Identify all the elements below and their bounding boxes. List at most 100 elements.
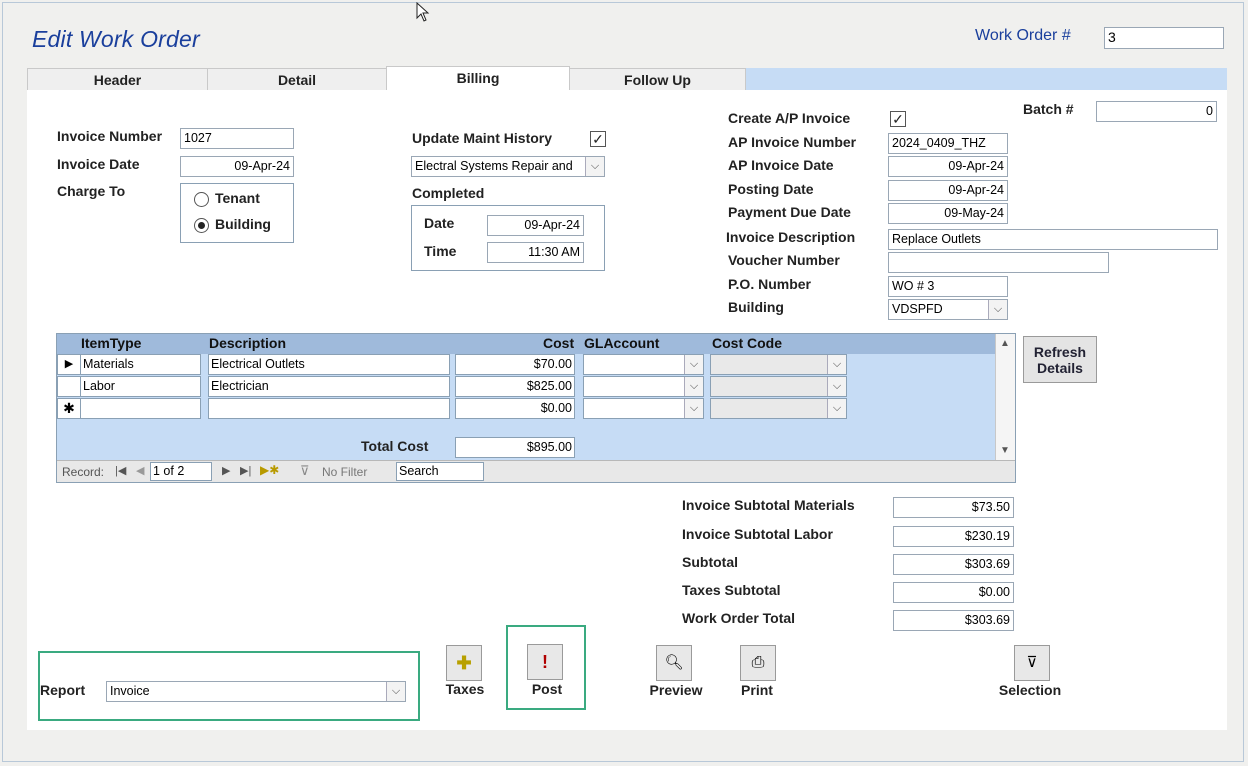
- ap-invoice-number-field[interactable]: 2024_0409_THZ: [888, 133, 1008, 154]
- selection-button[interactable]: ⊽: [1014, 645, 1050, 681]
- row2-cost-code-select[interactable]: ⌵: [710, 376, 847, 397]
- row-selector-current-icon[interactable]: ▶: [57, 354, 81, 375]
- chevron-down-icon[interactable]: ⌵: [988, 300, 1007, 319]
- po-number-label: P.O. Number: [728, 276, 811, 292]
- batch-label: Batch #: [1023, 101, 1074, 117]
- preview-button-label[interactable]: Preview: [641, 682, 711, 698]
- grid-search-input[interactable]: Search: [396, 462, 484, 481]
- invoice-number-label: Invoice Number: [57, 128, 163, 144]
- payment-due-date-field[interactable]: 09-May-24: [888, 203, 1008, 224]
- total-cost-field: $895.00: [455, 437, 575, 458]
- line-items-grid: ItemType Description Cost GLAccount Cost…: [56, 333, 1016, 483]
- building-select[interactable]: VDSPFD ⌵: [888, 299, 1008, 320]
- next-record-icon[interactable]: ▶: [222, 464, 230, 477]
- posting-date-label: Posting Date: [728, 181, 814, 197]
- new-record-nav-icon[interactable]: ▶✱: [260, 463, 279, 477]
- maint-category-select[interactable]: Electral Systems Repair and ⌵: [411, 156, 605, 177]
- record-navigation-bar: Record: |◀ ◀ 1 of 2 ▶ ▶| ▶✱ ⊽ No Filter …: [57, 460, 1015, 482]
- po-number-field[interactable]: WO # 3: [888, 276, 1008, 297]
- chevron-down-icon[interactable]: ⌵: [684, 377, 703, 396]
- invoice-description-field[interactable]: Replace Outlets: [888, 229, 1218, 250]
- completed-group: Date 09-Apr-24 Time 11:30 AM: [411, 205, 605, 271]
- ap-invoice-date-field[interactable]: 09-Apr-24: [888, 156, 1008, 177]
- scroll-up-icon[interactable]: ▲: [1000, 338, 1010, 349]
- taxes-button-label[interactable]: Taxes: [430, 681, 500, 697]
- new-row-cost-code-select[interactable]: ⌵: [710, 398, 847, 419]
- row1-itemtype[interactable]: Materials: [80, 354, 201, 375]
- work-order-number-field[interactable]: 3: [1104, 27, 1224, 49]
- post-button[interactable]: !: [527, 644, 563, 680]
- update-maint-history-checkbox[interactable]: ✓: [590, 131, 606, 147]
- tenant-radio-label: Tenant: [215, 190, 260, 206]
- row1-glaccount-select[interactable]: ⌵: [583, 354, 704, 375]
- preview-button[interactable]: 🔍︎: [656, 645, 692, 681]
- ap-invoice-number-label: AP Invoice Number: [728, 134, 857, 150]
- column-header-glaccount[interactable]: GLAccount: [584, 334, 659, 352]
- chevron-down-icon[interactable]: ⌵: [827, 377, 846, 396]
- invoice-subtotal-labor-label: Invoice Subtotal Labor: [682, 526, 833, 542]
- print-button[interactable]: ⎙: [740, 645, 776, 681]
- completed-date-field[interactable]: 09-Apr-24: [487, 215, 584, 236]
- taxes-subtotal-label: Taxes Subtotal: [682, 582, 781, 598]
- chevron-down-icon[interactable]: ⌵: [827, 399, 846, 418]
- building-radio[interactable]: [194, 218, 209, 233]
- posting-date-field[interactable]: 09-Apr-24: [888, 180, 1008, 201]
- post-button-label[interactable]: Post: [512, 681, 582, 697]
- column-header-description[interactable]: Description: [209, 334, 286, 352]
- tab-detail[interactable]: Detail: [207, 68, 387, 90]
- new-row-cost[interactable]: $0.00: [455, 398, 575, 419]
- tenant-radio[interactable]: [194, 192, 209, 207]
- row1-cost-code-select[interactable]: ⌵: [710, 354, 847, 375]
- row1-description[interactable]: Electrical Outlets: [208, 354, 450, 375]
- taxes-button[interactable]: ✚: [446, 645, 482, 681]
- building-radio-label: Building: [215, 216, 271, 232]
- tab-follow-up[interactable]: Follow Up: [569, 68, 746, 90]
- chevron-down-icon[interactable]: ⌵: [585, 157, 604, 176]
- row-selector[interactable]: [57, 376, 81, 397]
- tab-header[interactable]: Header: [27, 68, 208, 90]
- row2-cost[interactable]: $825.00: [455, 376, 575, 397]
- new-row-description[interactable]: [208, 398, 450, 419]
- work-order-label: Work Order #: [975, 27, 1071, 44]
- maint-category-value: Electral Systems Repair and: [415, 159, 573, 173]
- row1-cost[interactable]: $70.00: [455, 354, 575, 375]
- row2-glaccount-select[interactable]: ⌵: [583, 376, 704, 397]
- print-button-label[interactable]: Print: [722, 682, 792, 698]
- create-ap-invoice-label: Create A/P Invoice: [728, 110, 851, 126]
- chevron-down-icon[interactable]: ⌵: [684, 399, 703, 418]
- selection-button-label[interactable]: Selection: [990, 682, 1070, 698]
- create-ap-invoice-checkbox[interactable]: ✓: [890, 111, 906, 127]
- completed-time-field[interactable]: 11:30 AM: [487, 242, 584, 263]
- scroll-down-icon[interactable]: ▼: [1000, 445, 1010, 456]
- completed-label: Completed: [412, 185, 485, 201]
- invoice-date-field[interactable]: 09-Apr-24: [180, 156, 294, 177]
- chevron-down-icon[interactable]: ⌵: [684, 355, 703, 374]
- row2-itemtype[interactable]: Labor: [80, 376, 201, 397]
- column-header-cost[interactable]: Cost: [543, 334, 574, 352]
- row2-description[interactable]: Electrician: [208, 376, 450, 397]
- charge-to-group: Tenant Building: [180, 183, 294, 243]
- chevron-down-icon[interactable]: ⌵: [827, 355, 846, 374]
- payment-due-date-label: Payment Due Date: [728, 204, 851, 220]
- chevron-down-icon[interactable]: ⌵: [386, 682, 405, 701]
- new-record-icon[interactable]: ✱: [57, 398, 81, 419]
- new-row-glaccount-select[interactable]: ⌵: [583, 398, 704, 419]
- column-header-itemtype[interactable]: ItemType: [81, 334, 141, 352]
- page-title: Edit Work Order: [32, 26, 200, 52]
- column-header-cost-code[interactable]: Cost Code: [712, 334, 782, 352]
- report-select[interactable]: Invoice ⌵: [106, 681, 406, 702]
- filter-off-icon[interactable]: ⊽: [300, 463, 310, 479]
- new-row-itemtype[interactable]: [80, 398, 201, 419]
- last-record-icon[interactable]: ▶|: [240, 464, 251, 477]
- previous-record-icon[interactable]: ◀: [136, 464, 144, 477]
- grid-vertical-scrollbar[interactable]: ▲ ▼: [995, 334, 1015, 460]
- no-filter-label[interactable]: No Filter: [322, 465, 367, 479]
- invoice-number-field[interactable]: 1027: [180, 128, 294, 149]
- first-record-icon[interactable]: |◀: [115, 464, 126, 477]
- record-position-field[interactable]: 1 of 2: [150, 462, 212, 481]
- invoice-date-label: Invoice Date: [57, 156, 140, 172]
- refresh-details-button[interactable]: Refresh Details: [1023, 336, 1097, 383]
- voucher-number-field[interactable]: [888, 252, 1109, 273]
- batch-field[interactable]: 0: [1096, 101, 1217, 122]
- tab-billing[interactable]: Billing: [386, 66, 570, 90]
